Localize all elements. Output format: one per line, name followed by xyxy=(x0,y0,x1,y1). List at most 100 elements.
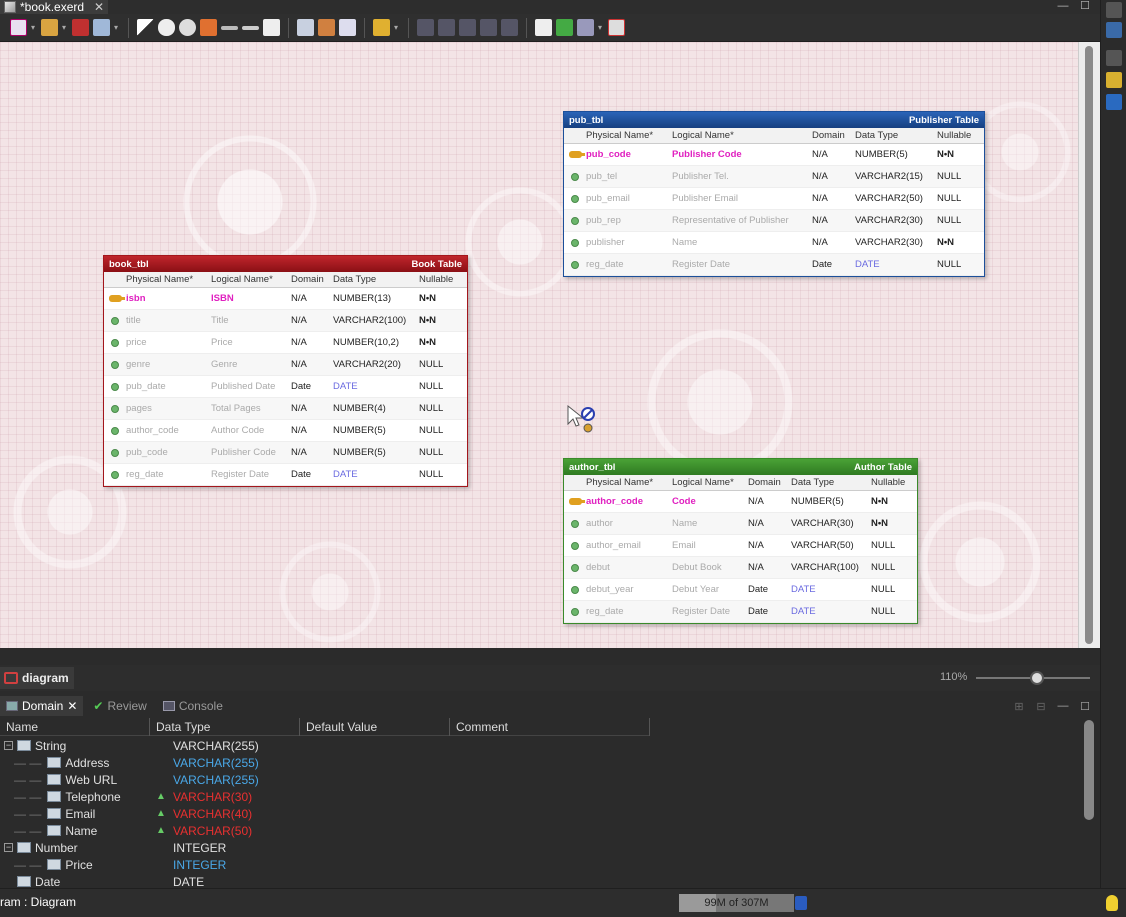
entity-attribute-row[interactable]: reg_date Register Date Date DATE NULL xyxy=(564,254,984,276)
zoom-slider-thumb[interactable] xyxy=(1030,671,1044,685)
entity-attribute-row[interactable]: pub_date Published Date Date DATE NULL xyxy=(104,376,467,398)
collapse-icon[interactable]: − xyxy=(4,843,13,852)
domain-row[interactable]: — — Web URL VARCHAR(255) xyxy=(0,771,1080,788)
entity-header[interactable]: book_tbl Book Table xyxy=(104,256,467,272)
print-icon[interactable] xyxy=(318,19,335,36)
maximize-icon[interactable]: ☐ xyxy=(1078,700,1092,713)
attr-nullable: N•N xyxy=(937,237,955,248)
minimize-icon[interactable]: — xyxy=(1056,700,1070,712)
entity-attribute-row[interactable]: publisher Name N/A VARCHAR2(30) N•N xyxy=(564,232,984,254)
domain-row[interactable]: — — Address VARCHAR(255) xyxy=(0,754,1080,771)
dropdown-icon[interactable]: ▾ xyxy=(62,23,68,32)
restore-icon[interactable] xyxy=(1106,50,1122,66)
pan-hand-icon[interactable] xyxy=(158,19,175,36)
entity-attribute-row[interactable]: price Price N/A NUMBER(10,2) N•N xyxy=(104,332,467,354)
restore-icon[interactable] xyxy=(1106,2,1122,18)
collapse-icon[interactable]: − xyxy=(4,741,13,750)
domain-row[interactable]: − Number INTEGER xyxy=(0,839,1080,856)
properties-icon[interactable] xyxy=(93,19,110,36)
model-tree-icon[interactable] xyxy=(1106,94,1122,110)
tab-console[interactable]: Console xyxy=(157,696,229,716)
dropdown-icon[interactable]: ▾ xyxy=(31,23,37,32)
views-scrollbar-thumb[interactable] xyxy=(1084,720,1094,820)
entity-attribute-row[interactable]: pub_email Publisher Email N/A VARCHAR2(50) N… xyxy=(564,188,984,210)
compare-icon[interactable] xyxy=(608,19,625,36)
entity-attribute-row[interactable]: genre Genre N/A VARCHAR2(20) NULL xyxy=(104,354,467,376)
attr-physical-name: pub_email xyxy=(586,193,630,204)
col-default-value[interactable]: Default Value xyxy=(300,718,450,736)
entity-attribute-row[interactable]: author_code Author Code N/A NUMBER(5) NULL xyxy=(104,420,467,442)
zoom-icon[interactable] xyxy=(179,19,196,36)
domain-row[interactable]: − String VARCHAR(255) xyxy=(0,737,1080,754)
entity-attribute-row[interactable]: author_email Email N/A VARCHAR(50) NULL xyxy=(564,535,917,557)
dropdown-icon[interactable]: ▾ xyxy=(598,23,604,32)
align-right-icon[interactable] xyxy=(459,19,476,36)
domain-row[interactable]: — — Email ▲ VARCHAR(40) xyxy=(0,805,1080,822)
align-left-icon[interactable] xyxy=(417,19,434,36)
diagram-canvas[interactable]: pub_tbl Publisher Table Physical Name* L… xyxy=(0,42,1078,648)
remove-domain-icon[interactable]: ⊟ xyxy=(1034,700,1048,713)
align-center-icon[interactable] xyxy=(438,19,455,36)
entity-attribute-row[interactable]: reg_date Register Date Date DATE NULL xyxy=(564,601,917,623)
entity-attribute-row[interactable]: pub_rep Representative of Publisher N/A VAR… xyxy=(564,210,984,232)
entity-header[interactable]: author_tbl Author Table xyxy=(564,459,917,475)
tab-domain[interactable]: Domain ✕ xyxy=(0,696,84,716)
new-diagram-icon[interactable] xyxy=(10,19,27,36)
table-icon[interactable] xyxy=(72,19,89,36)
minimize-icon[interactable]: — xyxy=(1056,0,1070,12)
col-name[interactable]: Name xyxy=(0,718,150,736)
lightbulb-icon[interactable] xyxy=(1106,895,1118,911)
entity-attribute-row[interactable]: pub_code Publisher Code N/A NUMBER(5) NULL xyxy=(104,442,467,464)
align-top-icon[interactable] xyxy=(480,19,497,36)
document-icon[interactable] xyxy=(535,19,552,36)
entity-attribute-row[interactable]: isbn ISBN N/A NUMBER(13) N•N xyxy=(104,288,467,310)
close-icon[interactable]: ✕ xyxy=(94,0,104,14)
heap-status[interactable]: 99M of 307M xyxy=(679,894,794,912)
toolbar-separator xyxy=(408,17,409,38)
maximize-icon[interactable]: ☐ xyxy=(1078,0,1092,12)
palette-icon[interactable] xyxy=(1106,72,1122,88)
book-tbl-entity[interactable]: book_tbl Book Table Physical Name* Logic… xyxy=(103,255,468,487)
dropdown-icon[interactable]: ▾ xyxy=(394,23,400,32)
entity-attribute-row[interactable]: pages Total Pages N/A NUMBER(4) NULL xyxy=(104,398,467,420)
col-data-type[interactable]: Data Type xyxy=(150,718,300,736)
tab-review[interactable]: ✔ Review xyxy=(87,696,152,716)
validate-check-icon[interactable] xyxy=(556,19,573,36)
author-tbl-entity[interactable]: author_tbl Author Table Physical Name* L… xyxy=(563,458,918,624)
scrollbar-thumb[interactable] xyxy=(1085,46,1093,644)
entity-attribute-row[interactable]: author Name N/A VARCHAR(30) N•N xyxy=(564,513,917,535)
forward-engineer-icon[interactable] xyxy=(577,19,594,36)
entity-attribute-row[interactable]: author_code Code N/A NUMBER(5) N•N xyxy=(564,491,917,513)
outline-view-icon[interactable] xyxy=(1106,22,1122,38)
relation-icon[interactable] xyxy=(221,25,238,30)
col-comment[interactable]: Comment xyxy=(450,718,650,736)
tab-diagram[interactable]: diagram xyxy=(0,667,74,689)
select-cursor-icon[interactable] xyxy=(137,19,154,36)
domain-row[interactable]: — — Price INTEGER xyxy=(0,856,1080,873)
domain-row[interactable]: — — Name ▲ VARCHAR(50) xyxy=(0,822,1080,839)
domain-row[interactable]: — — Telephone ▲ VARCHAR(30) xyxy=(0,788,1080,805)
entity-attribute-row[interactable]: debut_year Debut Year Date DATE NULL xyxy=(564,579,917,601)
export-icon[interactable] xyxy=(297,19,314,36)
entity-attribute-row[interactable]: pub_code Publisher Code N/A NUMBER(5) N•N xyxy=(564,144,984,166)
close-icon[interactable]: ✕ xyxy=(67,699,77,713)
add-table-icon[interactable] xyxy=(200,19,217,36)
entity-attribute-row[interactable]: title Title N/A VARCHAR2(100) N•N xyxy=(104,310,467,332)
trash-icon[interactable] xyxy=(795,896,807,910)
canvas-vertical-scrollbar[interactable] xyxy=(1078,42,1100,648)
identifying-relation-icon[interactable] xyxy=(242,25,259,30)
note-icon[interactable] xyxy=(263,19,280,36)
dropdown-icon[interactable]: ▾ xyxy=(114,23,120,32)
entity-attribute-row[interactable]: reg_date Register Date Date DATE NULL xyxy=(104,464,467,486)
layout-icon[interactable] xyxy=(373,19,390,36)
image-export-icon[interactable] xyxy=(339,19,356,36)
open-folder-icon[interactable] xyxy=(41,19,58,36)
align-bottom-icon[interactable] xyxy=(501,19,518,36)
entity-attribute-row[interactable]: debut Debut Book N/A VARCHAR(100) NULL xyxy=(564,557,917,579)
pub-tbl-entity[interactable]: pub_tbl Publisher Table Physical Name* L… xyxy=(563,111,985,277)
add-domain-icon[interactable]: ⊞ xyxy=(1012,700,1026,713)
editor-tab-book-exerd[interactable]: *book.exerd ✕ xyxy=(0,0,108,14)
entity-attribute-row[interactable]: pub_tel Publisher Tel. N/A VARCHAR2(15) NULL xyxy=(564,166,984,188)
erd-file-icon xyxy=(4,1,16,13)
entity-header[interactable]: pub_tbl Publisher Table xyxy=(564,112,984,128)
